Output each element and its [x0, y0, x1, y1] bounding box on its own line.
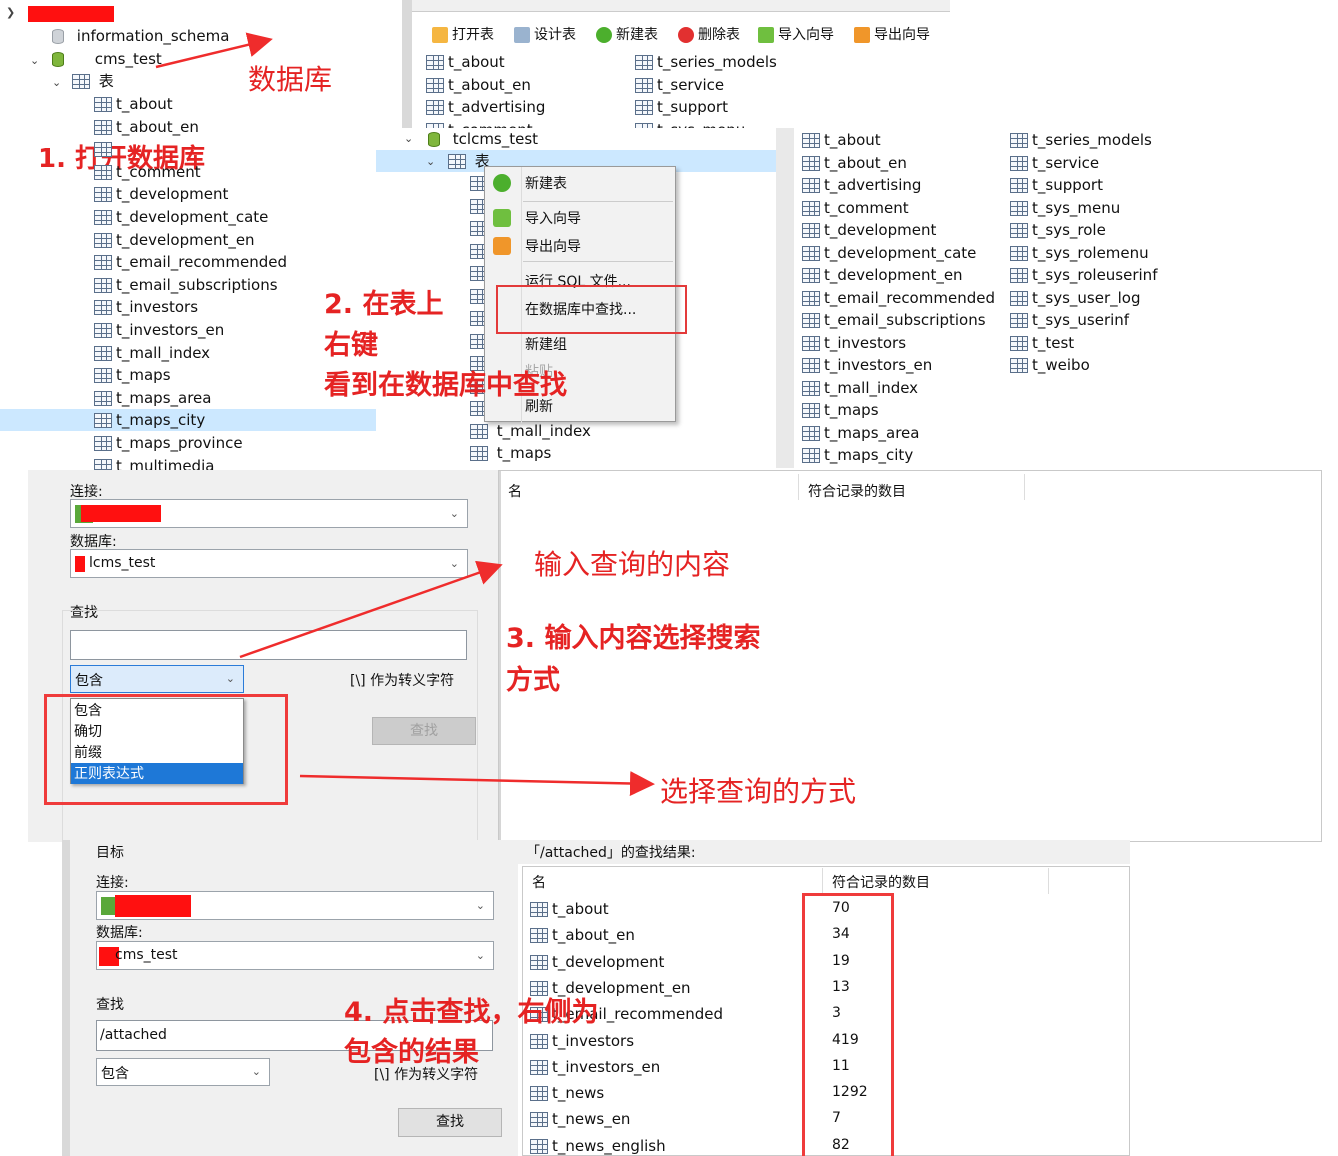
annotation-step2-line2: 右键 [324, 330, 378, 361]
table-name: t_comment [116, 162, 201, 181]
table-name: t_email_recommended [116, 253, 287, 272]
table-icon [94, 232, 112, 248]
table-icon [94, 458, 112, 470]
table-name: t_investors_en [116, 321, 225, 339]
table-icon [94, 413, 112, 429]
table-name: t_development_en [116, 230, 255, 249]
table-icon [94, 300, 112, 316]
annotation-input-hint: 输入查询的内容 [534, 548, 731, 581]
annotation-step4-line1: 4. 点击查找，右侧为 [344, 997, 599, 1028]
annotation-step4-line2: 包含的结果 [344, 1037, 479, 1068]
tree-table-item[interactable]: t_maps_city [94, 409, 205, 431]
tree-table-item[interactable]: t_comment [94, 161, 201, 183]
table-icon [94, 345, 112, 361]
tree-table-item[interactable] [94, 138, 116, 160]
tree-table-item[interactable]: t_development_en [94, 229, 255, 251]
table-icon [94, 277, 112, 293]
table-name: t_maps_province [116, 434, 243, 452]
annotation-step3-line2: 方式 [506, 665, 560, 696]
table-icon [94, 436, 112, 451]
tree-table-item[interactable]: t_investors [94, 296, 198, 318]
annotation-step2-line1: 2. 在表上 [324, 289, 444, 320]
tree-table-item[interactable]: t_maps_province [94, 432, 243, 454]
table-name: t_maps_area [116, 388, 212, 407]
table-icon [94, 164, 112, 180]
annotation-step3-line1: 3. 输入内容选择搜索 [506, 623, 761, 654]
annotation-step2-line3: 看到在数据库中查找 [324, 370, 567, 401]
table-name: t_mall_index [116, 343, 211, 362]
annotation-database: 数据库 [248, 63, 333, 96]
table-name: t_maps [116, 366, 171, 385]
tree-table-item[interactable]: t_mall_index [94, 342, 210, 364]
tree-table-item[interactable]: t_development_cate [94, 206, 268, 228]
tree-table-item[interactable]: t_about [94, 93, 173, 115]
table-name: t_development_cate [116, 208, 269, 226]
table-name: t_investors [116, 298, 199, 317]
table-icon [94, 187, 112, 203]
tree-table-item[interactable]: t_development [94, 183, 228, 205]
tree-table-item[interactable]: t_maps [94, 364, 171, 386]
table-name: t_about_en [116, 117, 199, 136]
table-icon [94, 119, 112, 135]
tree-table-item[interactable]: t_email_subscriptions [94, 274, 278, 296]
table-icon [94, 255, 112, 271]
tree-table-item[interactable]: t_about_en [94, 116, 199, 138]
table-icon [94, 390, 112, 406]
table-icon [94, 323, 112, 338]
table-icon [94, 368, 112, 384]
arrow-to-input-hint [239, 560, 503, 659]
tree-table-item[interactable]: t_investors_en [94, 319, 224, 341]
table-icon [94, 210, 112, 225]
table-name: t_maps_city [116, 411, 206, 430]
table-name: t_development [116, 185, 229, 204]
table-name: t_about [116, 95, 173, 113]
tree-table-item[interactable]: t_multimedia [94, 455, 214, 470]
tree-table-item[interactable]: t_maps_area [94, 387, 211, 409]
annotation-mode-hint: 选择查询的方式 [660, 775, 857, 808]
table-icon [94, 142, 112, 158]
table-name: t_email_subscriptions [116, 275, 278, 294]
table-name: t_multimedia [116, 456, 215, 470]
table-icon [94, 97, 112, 112]
tree-table-item[interactable]: t_email_recommended [94, 251, 287, 273]
arrow-to-mode-hint [299, 771, 655, 797]
